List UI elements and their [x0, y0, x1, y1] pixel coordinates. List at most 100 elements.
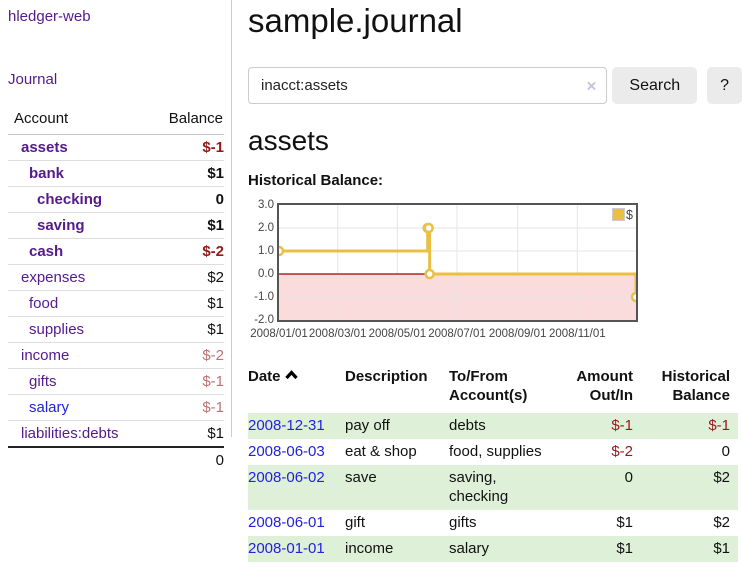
register-table: Date Description To/From Account(s) Amou…	[248, 365, 738, 562]
hledger-web-app: hledger-web Journal Account Balance asse…	[0, 0, 742, 562]
register-header-accounts: To/From Account(s)	[449, 365, 561, 413]
account-balance: $1	[147, 421, 224, 448]
transaction-row[interactable]: 2008-06-02savesaving, checking0$2	[248, 465, 738, 510]
transaction-accounts: gifts	[449, 510, 561, 536]
transaction-description: pay off	[345, 413, 449, 439]
transaction-row[interactable]: 2008-12-31pay offdebts$-1$-1	[248, 413, 738, 439]
accounts-header-account: Account	[8, 106, 147, 135]
x-axis-tick-label: 2008/05/01	[369, 328, 427, 340]
account-row: checking 0	[8, 187, 224, 213]
transaction-balance: $2	[641, 510, 738, 536]
register-header-row: Date Description To/From Account(s) Amou…	[248, 365, 738, 413]
account-row: liabilities:debts $1	[8, 421, 224, 448]
transaction-balance: 0	[641, 439, 738, 465]
transaction-date-link[interactable]: 2008-06-03	[248, 443, 325, 460]
account-link[interactable]: assets	[8, 139, 68, 156]
accounts-total-balance: 0	[147, 447, 224, 473]
account-link[interactable]: cash	[8, 243, 63, 260]
account-link[interactable]: checking	[8, 191, 102, 208]
transaction-amount: 0	[561, 465, 641, 510]
account-balance: $-1	[147, 135, 224, 161]
account-link[interactable]: food	[8, 295, 58, 312]
account-balance: $1	[147, 161, 224, 187]
page-title: sample.journal	[248, 2, 742, 40]
y-axis-tick-label: 1.0	[258, 245, 274, 257]
search-input[interactable]	[248, 67, 607, 104]
account-link[interactable]: salary	[8, 399, 69, 416]
account-balance: $-1	[147, 369, 224, 395]
transaction-accounts: debts	[449, 413, 561, 439]
transaction-amount: $-2	[561, 439, 641, 465]
register-header-amount: Amount Out/In	[561, 365, 641, 413]
register-header-description: Description	[345, 365, 449, 413]
account-row: salary$-1	[8, 395, 224, 421]
main-content: sample.journal × Search ? assets Histori…	[232, 0, 742, 562]
account-row: income $-2	[8, 343, 224, 369]
transaction-balance: $2	[641, 465, 738, 510]
account-heading: assets	[248, 125, 742, 157]
search-form: × Search ?	[248, 67, 742, 104]
x-axis-tick-label: 2008/11/01	[549, 328, 606, 340]
transaction-date-link[interactable]: 2008-06-02	[248, 469, 325, 486]
accounts-table: Account Balance assets $-1 bank $1 checking 0…	[8, 106, 224, 473]
transaction-description: eat & shop	[345, 439, 449, 465]
account-row: expenses $2	[8, 265, 224, 291]
account-balance: $2	[147, 265, 224, 291]
transaction-description: income	[345, 536, 449, 562]
clear-search-icon[interactable]: ×	[586, 77, 596, 94]
chart-plot-area[interactable]: $	[277, 203, 638, 322]
account-balance: $1	[147, 291, 224, 317]
account-link[interactable]: expenses	[8, 269, 85, 286]
transaction-row[interactable]: 2008-06-01 giftgifts$1$2	[248, 510, 738, 536]
accounts-header-row: Account Balance	[8, 106, 224, 135]
legend-label: $	[626, 208, 633, 222]
sidebar: hledger-web Journal Account Balance asse…	[0, 0, 232, 437]
transaction-row[interactable]: 2008-06-03 eat & shopfood, supplies$-20	[248, 439, 738, 465]
transaction-description: gift	[345, 510, 449, 536]
transaction-amount: $-1	[561, 413, 641, 439]
account-row: gifts $-1	[8, 369, 224, 395]
transaction-description: save	[345, 465, 449, 510]
transaction-amount: $1	[561, 536, 641, 562]
sidebar-nav: Journal	[8, 71, 231, 88]
account-row: supplies $1	[8, 317, 224, 343]
transaction-date-link[interactable]: 2008-06-01	[248, 514, 325, 531]
accounts-header-balance: Balance	[147, 106, 224, 135]
chart-title: Historical Balance:	[248, 172, 742, 189]
account-balance: $-2	[147, 239, 224, 265]
transaction-balance: $-1	[641, 413, 738, 439]
search-button[interactable]: Search	[612, 67, 697, 104]
account-balance: 0	[147, 187, 224, 213]
transaction-accounts: food, supplies	[449, 439, 561, 465]
account-link[interactable]: bank	[8, 165, 64, 182]
register-header-date[interactable]: Date	[248, 365, 345, 413]
sort-ascending-icon	[284, 369, 299, 380]
account-row: cash $-2	[8, 239, 224, 265]
transaction-amount: $1	[561, 510, 641, 536]
help-button[interactable]: ?	[707, 67, 742, 104]
x-axis-tick-label: 2008/07/01	[428, 328, 486, 340]
chart-legend: $	[612, 208, 633, 222]
account-link[interactable]: gifts	[8, 373, 57, 390]
account-balance: $1	[147, 317, 224, 343]
account-link[interactable]: supplies	[8, 321, 84, 338]
chart-x-axis-labels: 2008/01/012008/03/012008/05/012008/07/01…	[279, 328, 719, 344]
accounts-total-row: 0	[8, 447, 224, 473]
x-axis-tick-label: 2008/01/01	[250, 328, 308, 340]
x-axis-tick-label: 2008/03/01	[309, 328, 367, 340]
account-link[interactable]: saving	[8, 217, 85, 234]
y-axis-tick-label: 3.0	[258, 199, 274, 211]
account-balance: $1	[147, 213, 224, 239]
sidebar-item-journal[interactable]: Journal	[8, 71, 57, 88]
balance-chart: 3.02.01.00.0-1.0-2.0 $ 2008/01/012008/03…	[248, 203, 742, 351]
brand-link[interactable]: hledger-web	[8, 8, 91, 25]
y-axis-tick-label: -1.0	[254, 291, 274, 303]
account-link[interactable]: liabilities:debts	[8, 425, 119, 442]
y-axis-tick-label: 0.0	[258, 268, 274, 280]
transaction-row[interactable]: 2008-01-01incomesalary$1$1	[248, 536, 738, 562]
legend-swatch-icon	[612, 208, 625, 221]
account-link[interactable]: income	[8, 347, 69, 364]
account-balance: $-2	[147, 343, 224, 369]
transaction-date-link[interactable]: 2008-12-31	[248, 417, 325, 434]
transaction-date-link[interactable]: 2008-01-01	[248, 540, 325, 557]
